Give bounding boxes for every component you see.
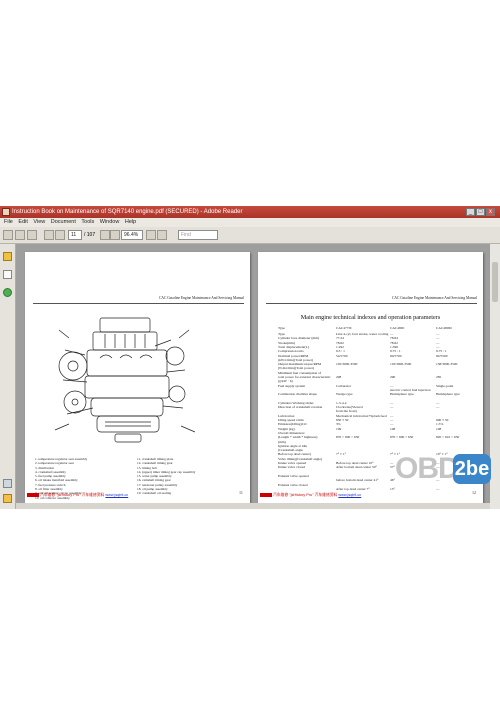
header-rule (33, 303, 244, 304)
spec-header-row: Type CAC477JC CAC480C CAC480M (278, 326, 478, 330)
app-icon (2, 208, 10, 216)
watermark-text: OBD (395, 452, 460, 485)
engine-exploded-diagram (54, 317, 196, 443)
minimize-button[interactable]: _ (466, 208, 475, 216)
attachments-icon[interactable] (3, 479, 12, 488)
title-bar[interactable]: Instruction Book on Maintenance of SQR71… (0, 206, 500, 218)
page-number-input[interactable]: 11 (68, 230, 82, 240)
previous-page-icon[interactable] (44, 230, 54, 240)
fit-width-icon[interactable] (157, 230, 167, 240)
spec-col-header: Type (278, 326, 285, 330)
pages-icon[interactable] (3, 270, 12, 279)
fit-page-icon[interactable] (146, 230, 156, 240)
running-head: CAC Gasoline Engine Maintenance And Serv… (391, 296, 477, 300)
spec-cell: After top dead center 7° (336, 486, 370, 491)
footer-link[interactable]: www.jsqirit.cc (105, 493, 128, 497)
scrollbar-thumb[interactable] (492, 262, 498, 302)
zoom-in-icon[interactable] (110, 230, 120, 240)
menu-tools[interactable]: Tools (81, 219, 94, 225)
window-title: Instruction Book on Maintenance of SQR71… (12, 209, 243, 215)
caption-column-2: 11. crankshaft timing plate 12. cranksha… (137, 457, 195, 496)
menu-file[interactable]: File (4, 219, 13, 225)
lock-icon[interactable] (3, 252, 12, 261)
watermark-badge: 2be (453, 454, 491, 484)
close-button[interactable]: x (486, 208, 495, 216)
next-page-icon[interactable] (55, 230, 65, 240)
spec-col-header: CAC477JC (336, 326, 353, 330)
menu-view[interactable]: View (33, 219, 45, 225)
open-icon[interactable] (3, 230, 13, 240)
spec-col-header: CAC480C (390, 326, 405, 330)
publisher-logo-icon (260, 493, 272, 497)
publisher-logo-icon (27, 493, 39, 497)
toolbar: 11 / 107 96.4% Find (0, 227, 500, 244)
page-title: Main engine technical indexes and operat… (300, 314, 441, 321)
search-input[interactable]: Find (178, 230, 218, 240)
menu-bar: File Edit View Document Tools Window Hel… (0, 218, 500, 227)
page-footer: 汽车维修 "jsHistory Pro" 汽车维修资料 www.jsqirit.… (25, 493, 250, 498)
bookmarks-icon[interactable] (3, 288, 12, 297)
menu-edit[interactable]: Edit (18, 219, 27, 225)
zoom-select[interactable]: 96.4% (121, 230, 143, 240)
footer-link[interactable]: www.jsqirit.cc (338, 493, 361, 497)
page-footer: 汽车维修 "jsHistory Pro" 汽车维修资料 www.jsqirit.… (258, 493, 483, 498)
comments-icon[interactable] (3, 494, 12, 503)
horizontal-scrollbar[interactable] (16, 503, 490, 509)
menu-document[interactable]: Document (51, 219, 76, 225)
menu-help[interactable]: Help (125, 219, 136, 225)
zoom-out-icon[interactable] (100, 230, 110, 240)
spec-col-header: CAC480M (436, 326, 452, 330)
print-icon[interactable] (15, 230, 25, 240)
email-icon[interactable] (27, 230, 37, 240)
footer-text: 汽车维修 "jsHistory Pro" 汽车维修资料 (40, 493, 105, 497)
page-total-label: / 107 (84, 232, 96, 238)
navigation-pane (0, 244, 16, 509)
maximize-button[interactable]: □ (476, 208, 485, 216)
pdf-page-left: CAC Gasoline Engine Maintenance And Serv… (25, 252, 250, 504)
menu-window[interactable]: Window (100, 219, 120, 225)
footer-text: 汽车维修 "jsHistory Pro" 汽车维修资料 (273, 493, 338, 497)
header-rule (266, 303, 477, 304)
running-head: CAC Gasoline Engine Maintenance And Serv… (158, 296, 244, 300)
obd2be-watermark-logo: OBD 2be (393, 448, 493, 490)
